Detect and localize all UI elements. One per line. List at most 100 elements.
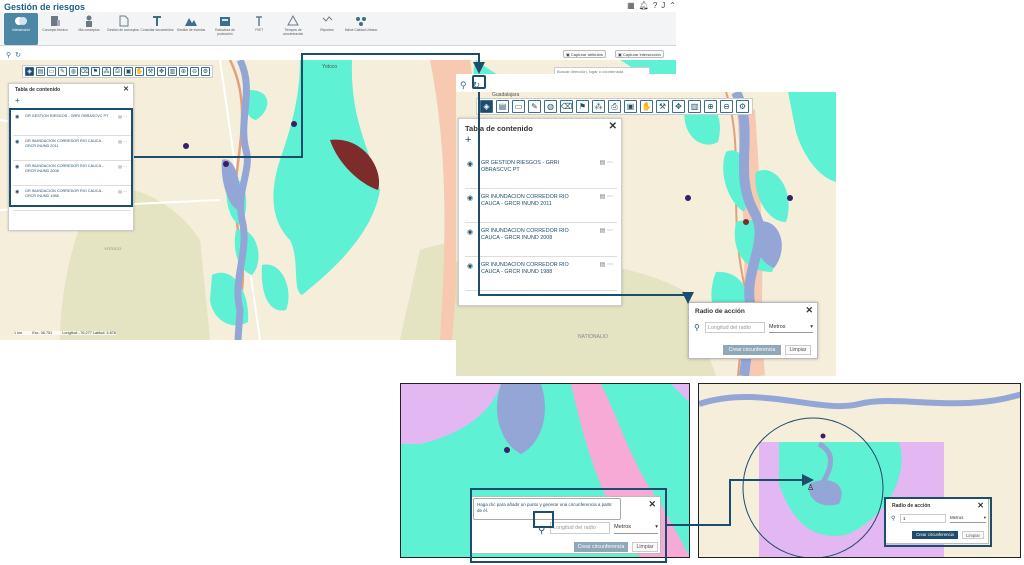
- eraser-icon[interactable]: ⌫: [560, 100, 573, 113]
- settings-icon[interactable]: ⚙: [736, 100, 749, 113]
- zoom-out-icon[interactable]: ⊖: [190, 67, 199, 76]
- concept-management-icon: [119, 15, 129, 27]
- zoomed-map-label-2: NATIONALIO: [578, 334, 608, 340]
- add-layer-icon[interactable]: +: [465, 134, 471, 146]
- help-icon[interactable]: ?: [653, 1, 657, 10]
- header-icons: ▦ 🔔︎ ? J ⌃: [627, 1, 676, 10]
- create-circle-button[interactable]: Crear circunferencia: [723, 345, 781, 355]
- close-icon[interactable]: ✕: [609, 121, 617, 132]
- settings-icon[interactable]: ⚙: [201, 67, 210, 76]
- capture-intersection-button[interactable]: ▣ Capturar intersección: [615, 50, 664, 58]
- scale-bar: 1 km Esc. 36.751 Longitud: -76.277 Latit…: [14, 331, 116, 335]
- refresh-icon[interactable]: ↻: [15, 51, 21, 59]
- ribbon-intersection-button[interactable]: Intersección: [4, 13, 38, 45]
- chevron-up-icon[interactable]: ⌃: [669, 1, 676, 10]
- technical-concept-icon: [51, 16, 60, 26]
- ribbon-events-button[interactable]: Gestión de eventos: [174, 13, 208, 45]
- move-icon[interactable]: ✥: [157, 67, 166, 76]
- toc-title: Tabla de contenido: [15, 87, 61, 93]
- layers-search-icon[interactable]: ⚲: [6, 51, 11, 59]
- layer-menu-icon[interactable]: ▤ ⋯: [600, 261, 613, 268]
- ribbon-concentration-times-button[interactable]: Tiempos de concentración: [276, 13, 310, 45]
- unit-select[interactable]: Metros ▾: [769, 322, 813, 333]
- flag-icon[interactable]: ⚑: [91, 67, 100, 76]
- hand-icon[interactable]: ✋: [640, 100, 653, 113]
- eye-icon[interactable]: ◉: [467, 262, 473, 270]
- hand-icon[interactable]: ✋: [135, 67, 144, 76]
- add-layer-icon[interactable]: +: [15, 96, 20, 105]
- radius-dialog: Radio de acción ✕ ⚲ Longitud del radio M…: [688, 302, 818, 359]
- eye-icon[interactable]: ◉: [467, 160, 473, 168]
- layers-icon[interactable]: ◈: [480, 100, 493, 113]
- close-icon[interactable]: ✕: [123, 85, 129, 93]
- layer-row[interactable]: ◉ GR INUNDACION CORREDOR RIO CAUCA - GRC…: [465, 225, 617, 257]
- zoom-in-icon[interactable]: ⊕: [179, 67, 188, 76]
- flag-icon[interactable]: ⚑: [576, 100, 589, 113]
- app-title: Gestión de riesgos: [4, 2, 86, 12]
- intersection-icon: [15, 17, 27, 25]
- layer-row[interactable]: ◉ GR INUNDACION CORREDOR RIO CAUCA - GRC…: [465, 259, 617, 291]
- chevron-down-icon: ▾: [810, 324, 813, 330]
- cluster-icon[interactable]: ⁂: [592, 100, 605, 113]
- ribbon-urban-quality-button[interactable]: Índice Calidad Urbano: [344, 13, 378, 45]
- ruler-icon[interactable]: ▭: [47, 67, 56, 76]
- user-avatar[interactable]: J: [661, 1, 665, 10]
- layers-search-icon[interactable]: ⚲: [460, 80, 467, 91]
- ruler-icon[interactable]: ▭: [512, 100, 525, 113]
- events-icon: [185, 18, 197, 26]
- grid-apps-icon[interactable]: ▦: [627, 1, 635, 10]
- layer-menu-icon[interactable]: ▤ ⋯: [600, 227, 613, 234]
- move-icon[interactable]: ✥: [672, 100, 685, 113]
- zoom-in-icon[interactable]: ⊕: [704, 100, 717, 113]
- ribbon-documents-button[interactable]: Consultar documentos: [140, 13, 174, 45]
- comment-icon[interactable]: ◍: [69, 67, 78, 76]
- capture-attributes-button[interactable]: ▣ Capturar atributos: [563, 50, 606, 58]
- ribbon-toolbar: Intersección Concepto técnico Mis concep…: [0, 12, 676, 46]
- image-icon[interactable]: ▣: [124, 67, 133, 76]
- legend-icon[interactable]: ▤: [36, 67, 45, 76]
- ribbon-yvet-button[interactable]: YVET: [242, 13, 276, 45]
- zoom-out-icon[interactable]: ⊖: [720, 100, 733, 113]
- ribbon-my-concepts-button[interactable]: Mis conceptos: [72, 13, 106, 45]
- clear-button[interactable]: Limpiar: [785, 345, 811, 355]
- split-view-icon[interactable]: ▥: [688, 100, 701, 113]
- close-icon[interactable]: ✕: [805, 305, 813, 316]
- split-view-icon[interactable]: ▥: [168, 67, 177, 76]
- result-dialog-highlight: [884, 497, 992, 547]
- layer-row[interactable]: ◉ GR GESTION RIESGOS - GRRI OBRASCVC PT …: [465, 157, 617, 189]
- eye-icon[interactable]: ◉: [467, 194, 473, 202]
- ribbon-protection-structure-button[interactable]: Estructura de protección: [208, 13, 242, 45]
- notifications-bell-icon[interactable]: 🔔︎: [639, 1, 649, 10]
- pencil-icon[interactable]: ✎: [58, 67, 67, 76]
- urban-quality-icon: [356, 17, 366, 26]
- hammer-icon[interactable]: ⚒: [146, 67, 155, 76]
- map-label-left: YOTOCO: [104, 246, 121, 251]
- cluster-icon[interactable]: ⁂: [102, 67, 111, 76]
- eye-icon[interactable]: ◉: [467, 228, 473, 236]
- layer-menu-icon[interactable]: ▤ ⋯: [600, 159, 613, 166]
- layer-menu-icon[interactable]: ▤ ⋯: [600, 193, 613, 200]
- pencil-icon[interactable]: ✎: [528, 100, 541, 113]
- concentration-times-icon: [287, 14, 299, 26]
- image-icon[interactable]: ▣: [624, 100, 637, 113]
- zoomed-map-toolbar: ◈ ▤ ▭ ✎ ◍ ⌫ ⚑ ⁂ ⎙ ▣ ✋ ⚒ ✥ ▥ ⊕ ⊖ ⚙: [476, 98, 753, 115]
- radius-length-input[interactable]: Longitud del radio: [705, 322, 765, 333]
- layers-icon[interactable]: ◈: [25, 67, 34, 76]
- toolbar-target-highlight: [472, 75, 486, 89]
- hammer-icon[interactable]: ⚒: [656, 100, 669, 113]
- print-icon[interactable]: ⎙: [113, 67, 122, 76]
- ribbon-concept-management-button[interactable]: Gestión de conceptos: [106, 13, 140, 45]
- print-icon[interactable]: ⎙: [608, 100, 621, 113]
- point-marker-icon: ♙: [807, 483, 814, 492]
- composite-tutorial: Gestión de riesgos ▦ 🔔︎ ? J ⌃ Intersecci…: [0, 0, 1024, 565]
- eraser-icon[interactable]: ⌫: [80, 67, 89, 76]
- ribbon-technical-concept-button[interactable]: Concepto técnico: [38, 13, 72, 45]
- location-pin-icon[interactable]: ⚲: [694, 323, 700, 332]
- map-toolbar: ◈ ▤ ▭ ✎ ◍ ⌫ ⚑ ⁂ ⎙ ▣ ✋ ⚒ ✥ ▥ ⊕ ⊖ ⚙: [22, 65, 213, 78]
- layer-row[interactable]: ◉ GR INUNDACION CORREDOR RIO CAUCA - GRC…: [465, 191, 617, 223]
- comment-icon[interactable]: ◍: [544, 100, 557, 113]
- ribbon-reports-button[interactable]: Reportes: [310, 13, 344, 45]
- legend-icon[interactable]: ▤: [496, 100, 509, 113]
- pin-highlight-box: [533, 511, 554, 528]
- protection-structure-icon: [220, 17, 230, 26]
